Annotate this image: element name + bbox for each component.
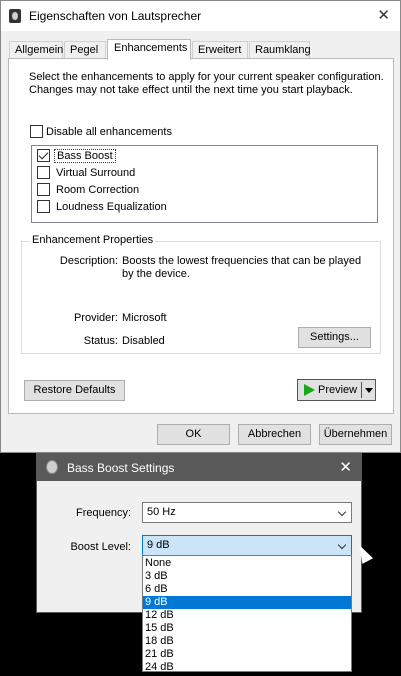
preview-label: Preview bbox=[318, 384, 358, 396]
intro-text: Select the enhancements to apply for you… bbox=[29, 71, 384, 96]
enhancements-panel: Select the enhancements to apply for you… bbox=[8, 58, 394, 414]
disable-all-label: Disable all enhancements bbox=[46, 125, 172, 138]
list-item-room-correction[interactable]: Room Correction bbox=[37, 183, 141, 199]
status-value: Disabled bbox=[122, 335, 165, 347]
boost-level-options: None 3 dB 6 dB 9 dB 12 dB 15 dB 18 dB 21… bbox=[142, 555, 352, 674]
chevron-down-icon bbox=[337, 540, 347, 550]
close-icon[interactable]: ✕ bbox=[339, 458, 352, 476]
dropdown-arrow-icon[interactable] bbox=[365, 388, 373, 393]
cancel-button[interactable]: Abbrechen bbox=[238, 424, 311, 445]
virtual-surround-checkbox[interactable] bbox=[37, 166, 50, 179]
restore-defaults-button[interactable]: Restore Defaults bbox=[24, 380, 125, 401]
option-6db[interactable]: 6 dB bbox=[143, 583, 351, 596]
list-item-label: Loudness Equalization bbox=[56, 200, 167, 213]
enhancement-list: Bass Boost Virtual Surround Room Correct… bbox=[31, 145, 378, 223]
disable-all-row[interactable]: Disable all enhancements bbox=[30, 125, 172, 138]
bass-settings-icon bbox=[46, 460, 58, 474]
option-18db[interactable]: 18 dB bbox=[143, 635, 351, 648]
ok-button[interactable]: OK bbox=[157, 424, 230, 445]
tab-enhancements[interactable]: Enhancements bbox=[107, 39, 191, 60]
description-label: Description: bbox=[59, 255, 118, 267]
list-item-loudness-equalization[interactable]: Loudness Equalization bbox=[37, 200, 169, 216]
option-15db[interactable]: 15 dB bbox=[143, 622, 351, 635]
tab-raumklang[interactable]: Raumklang bbox=[249, 41, 311, 59]
close-icon[interactable]: ✕ bbox=[377, 6, 390, 24]
status-label: Status: bbox=[83, 335, 118, 347]
tab-allgemein[interactable]: Allgemein bbox=[9, 41, 63, 59]
tab-pegel[interactable]: Pegel bbox=[64, 41, 106, 59]
boost-level-label: Boost Level: bbox=[70, 541, 131, 553]
option-21db[interactable]: 21 dB bbox=[143, 648, 351, 661]
preview-split-button[interactable]: Preview bbox=[297, 379, 376, 401]
description-value: Boosts the lowest frequencies that can b… bbox=[122, 255, 362, 280]
apply-button[interactable]: Übernehmen bbox=[319, 424, 392, 445]
title-bar: Eigenschaften von Lautsprecher ✕ bbox=[1, 1, 400, 31]
option-3db[interactable]: 3 dB bbox=[143, 570, 351, 583]
list-item-label: Room Correction bbox=[56, 183, 140, 196]
frequency-select[interactable]: 50 Hz bbox=[142, 502, 352, 523]
frequency-value: 50 Hz bbox=[147, 506, 176, 518]
list-item-virtual-surround[interactable]: Virtual Surround bbox=[37, 166, 137, 182]
properties-title: Enhancement Properties bbox=[30, 234, 156, 246]
option-9db[interactable]: 9 dB bbox=[143, 596, 351, 609]
play-icon bbox=[304, 384, 315, 396]
split-divider bbox=[361, 382, 362, 398]
room-correction-checkbox[interactable] bbox=[37, 183, 50, 196]
tab-erweitert[interactable]: Erweitert bbox=[192, 41, 248, 59]
enhancement-properties-group: Enhancement Properties Description: Boos… bbox=[21, 234, 381, 354]
disable-all-checkbox[interactable] bbox=[30, 125, 43, 138]
option-12db[interactable]: 12 dB bbox=[143, 609, 351, 622]
provider-label: Provider: bbox=[73, 312, 118, 324]
bass-window-title: Bass Boost Settings bbox=[67, 461, 175, 475]
frequency-label: Frequency: bbox=[75, 507, 131, 519]
option-none[interactable]: None bbox=[143, 557, 351, 570]
bass-boost-checkbox[interactable] bbox=[37, 149, 50, 162]
speaker-icon bbox=[9, 9, 21, 23]
speaker-properties-window: Eigenschaften von Lautsprecher ✕ Allgeme… bbox=[0, 0, 401, 453]
option-24db[interactable]: 24 dB bbox=[143, 661, 351, 674]
list-item-label: Virtual Surround bbox=[56, 166, 136, 179]
loudness-equalization-checkbox[interactable] bbox=[37, 200, 50, 213]
chevron-down-icon bbox=[337, 507, 347, 517]
list-item-bass-boost[interactable]: Bass Boost bbox=[37, 148, 116, 165]
window-title: Eigenschaften von Lautsprecher bbox=[29, 9, 202, 23]
list-item-label: Bass Boost bbox=[54, 148, 116, 163]
boost-level-select[interactable]: 9 dB bbox=[142, 535, 352, 556]
settings-button[interactable]: Settings... bbox=[298, 327, 371, 348]
provider-value: Microsoft bbox=[122, 312, 167, 324]
bass-title-bar: Bass Boost Settings ✕ bbox=[37, 454, 361, 481]
boost-level-value: 9 dB bbox=[147, 539, 170, 551]
